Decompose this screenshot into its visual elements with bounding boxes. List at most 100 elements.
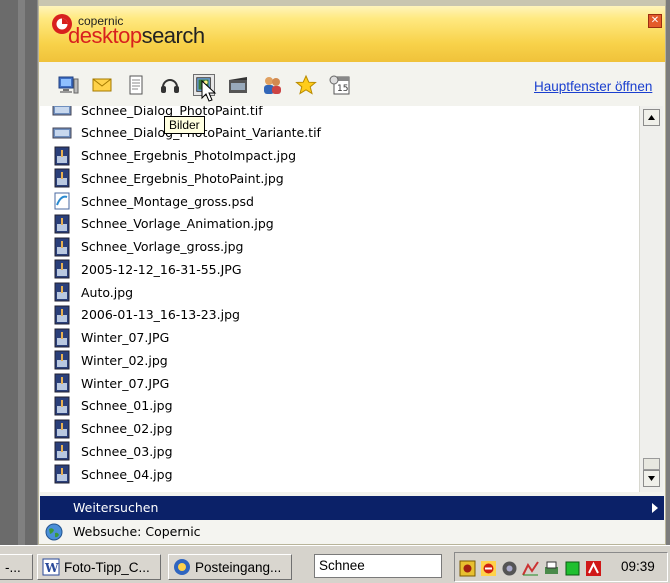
list-item[interactable]: Winter_02.jpg — [52, 349, 168, 371]
open-main-window-link[interactable]: Hauptfenster öffnen — [534, 79, 652, 94]
clock: 09:39 — [621, 559, 655, 574]
taskbar-button-outlook[interactable]: Posteingang... — [168, 554, 292, 580]
file-name: 2006-01-13_16-13-23.jpg — [81, 307, 240, 323]
network-tray-icon[interactable] — [501, 560, 518, 577]
file-name: Schnee_03.jpg — [81, 443, 173, 459]
music-icon[interactable] — [159, 74, 181, 96]
taskbar-word-label: Foto-Tipp_C... — [64, 559, 150, 575]
popup-header: copernic desktopsearch ✕ — [39, 0, 665, 62]
jpg-image-icon — [54, 328, 70, 347]
history-icon[interactable]: 15 — [329, 74, 351, 96]
antivirus-tray-icon[interactable] — [480, 560, 497, 577]
word-icon: W — [42, 558, 60, 576]
tooltip: Bilder — [164, 116, 205, 134]
list-item[interactable]: Auto.jpg — [52, 281, 133, 303]
document-icon[interactable] — [125, 74, 147, 96]
svg-text:15: 15 — [337, 84, 348, 94]
system-tray: 09:39 — [454, 552, 668, 582]
more-search-bar[interactable]: Weitersuchen — [40, 496, 664, 520]
printer-tray-icon[interactable] — [543, 560, 560, 577]
list-item[interactable]: Schnee_01.jpg — [52, 395, 173, 417]
taskbar-stub-label: -... — [5, 559, 21, 575]
list-item[interactable]: Winter_07.JPG — [52, 372, 169, 394]
copernic-tray-icon[interactable] — [459, 560, 476, 577]
web-search-label: Websuche: Copernic — [73, 524, 201, 539]
list-item[interactable]: Schnee_Vorlage_Animation.jpg — [52, 213, 274, 235]
jpg-image-icon — [54, 282, 70, 302]
avira-tray-icon[interactable] — [585, 560, 602, 577]
more-search-label: Weitersuchen — [73, 500, 159, 515]
jpg-image-icon — [54, 350, 70, 370]
file-name: Schnee_Ergebnis_PhotoImpact.jpg — [81, 148, 297, 163]
file-name: Auto.jpg — [81, 284, 134, 300]
file-name: Schnee_04.jpg — [81, 466, 173, 482]
list-item[interactable]: Winter_07.JPG — [52, 327, 169, 349]
taskbar-search-input[interactable]: Schnee — [314, 554, 442, 578]
results-scrollbar[interactable] — [639, 106, 663, 492]
jpg-image-icon — [54, 373, 70, 393]
more-search-arrow-icon — [652, 503, 658, 513]
category-toolbar: 15 Hauptfenster öffnen — [39, 62, 665, 106]
logo-search-text: search — [141, 23, 206, 48]
file-name: Schnee_01.jpg — [81, 398, 173, 414]
computer-icon[interactable] — [57, 74, 79, 96]
list-item[interactable]: 2005-12-12_16-31-55.JPG — [52, 258, 242, 280]
outlook-icon — [174, 559, 190, 575]
chart-tray-icon[interactable] — [522, 560, 539, 577]
list-item[interactable]: 2006-01-13_16-13-23.jpg — [52, 304, 240, 326]
globe-icon — [45, 523, 63, 541]
close-button[interactable]: ✕ — [648, 14, 662, 28]
tif-image-icon — [52, 127, 72, 139]
scroll-up-icon — [648, 115, 655, 120]
list-item[interactable]: Schnee_Montage_gross.psd — [52, 190, 254, 212]
file-name: Winter_02.jpg — [81, 352, 168, 368]
jpg-image-icon — [54, 146, 70, 165]
file-name: Schnee_Vorlage_Animation.jpg — [81, 216, 274, 232]
web-search-row[interactable]: Websuche: Copernic — [40, 520, 664, 544]
scroll-down-button[interactable] — [643, 470, 660, 487]
taskbar-outlook-label: Posteingang... — [195, 559, 282, 575]
desktop-search-popup: copernic desktopsearch ✕ 15 Hauptfenster… — [38, 0, 666, 545]
favorites-icon[interactable] — [295, 74, 317, 96]
email-icon[interactable] — [91, 74, 113, 96]
jpg-image-icon — [54, 168, 70, 188]
tif-image-icon — [52, 106, 72, 116]
psd-file-icon — [54, 192, 70, 210]
mouse-pointer-icon — [201, 80, 217, 102]
jpg-image-icon — [54, 419, 70, 438]
status-tray-icon[interactable] — [564, 560, 581, 577]
list-item[interactable]: Schnee_Ergebnis_PhotoImpact.jpg — [52, 145, 296, 167]
taskbar-button-stub[interactable]: -... — [0, 554, 33, 580]
list-item[interactable]: Schnee_02.jpg — [52, 418, 173, 440]
list-item[interactable]: Schnee_04.jpg — [52, 463, 173, 485]
results-list: Schnee_Dialog_PhotoPaint.tifSchnee_Dialo… — [40, 106, 639, 492]
list-item[interactable]: Schnee_Dialog_PhotoPaint.tif — [52, 106, 263, 121]
jpg-image-icon — [54, 214, 70, 234]
scroll-thumb[interactable] — [643, 458, 660, 470]
desktop-scroll-stub — [18, 0, 25, 545]
list-item[interactable]: Schnee_Ergebnis_PhotoPaint.jpg — [52, 167, 284, 189]
list-item[interactable]: Schnee_03.jpg — [52, 440, 173, 462]
taskbar: -... W Foto-Tipp_C... Posteingang... Sch… — [0, 545, 670, 583]
file-name: Winter_07.JPG — [81, 330, 170, 345]
list-item[interactable]: Schnee_Vorlage_gross.jpg — [52, 236, 243, 258]
logo-desktop-text: desktop — [68, 23, 142, 48]
video-icon[interactable] — [227, 74, 249, 96]
scroll-down-icon — [648, 476, 655, 481]
jpg-image-icon — [54, 396, 70, 416]
taskbar-button-word[interactable]: W Foto-Tipp_C... — [37, 554, 161, 580]
scroll-up-button[interactable] — [643, 109, 660, 126]
jpg-image-icon — [54, 259, 70, 279]
jpg-image-icon — [54, 305, 70, 325]
file-name: Schnee_Ergebnis_PhotoPaint.jpg — [81, 170, 284, 186]
desktop-background-right — [666, 0, 670, 545]
jpg-image-icon — [54, 464, 70, 484]
svg-text:W: W — [44, 561, 59, 575]
file-name: 2005-12-12_16-31-55.JPG — [81, 261, 242, 277]
desktop-background-left — [0, 0, 38, 545]
file-name: Winter_07.JPG — [81, 375, 170, 391]
file-name: Schnee_Vorlage_gross.jpg — [81, 239, 244, 254]
contacts-icon[interactable] — [261, 74, 283, 96]
jpg-image-icon — [54, 441, 70, 461]
file-name: Schnee_02.jpg — [81, 421, 173, 436]
